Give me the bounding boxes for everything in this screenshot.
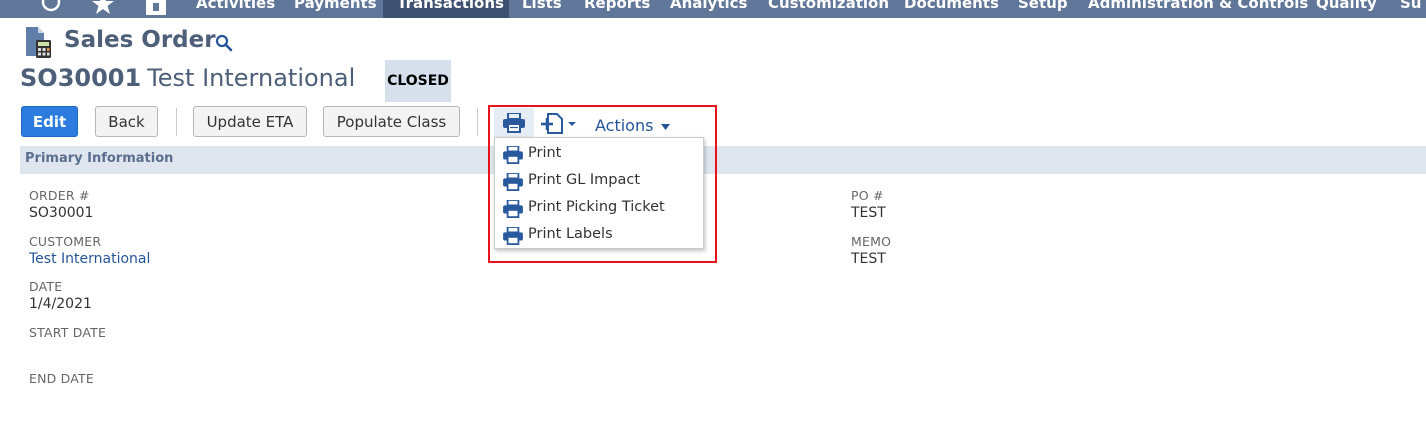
history-icon[interactable]	[40, 0, 62, 15]
nav-item-lists[interactable]: Lists	[522, 0, 562, 18]
menu-item-print-labels[interactable]: Print Labels	[501, 223, 699, 247]
customer-label: CUSTOMER	[29, 234, 102, 249]
home-icon[interactable]	[145, 0, 167, 15]
menu-item-label: Print GL Impact	[528, 172, 641, 188]
nav-item-quality[interactable]: Quality	[1316, 0, 1377, 18]
nav-item-documents[interactable]: Documents	[904, 0, 999, 18]
order-number-value: SO30001	[29, 205, 94, 221]
start-date-label: START DATE	[29, 325, 107, 340]
nav-item-reports[interactable]: Reports	[584, 0, 650, 18]
customer-link[interactable]: Test International	[29, 251, 150, 267]
po-number-value: TEST	[851, 205, 886, 221]
menu-item-label: Print	[528, 145, 562, 161]
menu-item-print-gl-impact[interactable]: Print GL Impact	[501, 169, 699, 193]
printer-icon	[503, 227, 523, 245]
nav-item-analytics[interactable]: Analytics	[670, 0, 747, 18]
star-icon[interactable]	[92, 0, 114, 15]
nav-item-activities[interactable]: Activities	[196, 0, 275, 18]
print-dropdown-menu: Print Print GL Impact Print Picking Tick…	[494, 137, 704, 249]
print-button[interactable]	[494, 108, 534, 138]
page-title-text: Sales Order	[64, 27, 216, 53]
memo-label: MEMO	[851, 234, 892, 249]
top-navigation-bar: Activities Payments Transactions Lists R…	[0, 0, 1426, 18]
nav-item-setup[interactable]: Setup	[1018, 0, 1068, 18]
caret-down-icon	[660, 123, 670, 130]
printer-icon	[503, 113, 525, 133]
record-title: SO30001 Test International	[20, 64, 355, 98]
sales-order-document-icon	[26, 27, 51, 58]
section-title: Primary Information	[25, 151, 174, 166]
new-document-button[interactable]	[540, 112, 580, 136]
toolbar-divider	[477, 108, 478, 136]
order-number-label: ORDER #	[29, 188, 90, 203]
printer-icon	[503, 146, 523, 164]
date-label: DATE	[29, 279, 63, 294]
back-button[interactable]: Back	[95, 106, 158, 137]
search-icon[interactable]	[215, 34, 233, 52]
menu-item-print[interactable]: Print	[501, 142, 699, 166]
memo-value: TEST	[851, 251, 886, 267]
menu-item-label: Print Labels	[528, 226, 613, 242]
printer-icon	[503, 173, 523, 191]
status-badge: CLOSED	[385, 60, 451, 102]
toolbar-divider	[176, 108, 177, 136]
record-number: SO30001	[20, 64, 142, 92]
actions-label: Actions	[595, 116, 654, 135]
menu-item-print-picking-ticket[interactable]: Print Picking Ticket	[501, 196, 699, 220]
printer-icon	[503, 200, 523, 218]
record-name: Test International	[147, 64, 356, 92]
nav-item-transactions[interactable]: Transactions	[383, 0, 509, 18]
add-document-icon	[541, 113, 576, 134]
po-number-label: PO #	[851, 188, 884, 203]
date-value: 1/4/2021	[29, 296, 92, 312]
edit-button[interactable]: Edit	[21, 106, 78, 137]
nav-item-payments[interactable]: Payments	[294, 0, 377, 18]
actions-menu-button[interactable]: Actions	[595, 116, 670, 135]
populate-class-button[interactable]: Populate Class	[323, 106, 460, 137]
primary-information-section-header[interactable]: Primary Information	[20, 146, 1426, 174]
end-date-label: END DATE	[29, 371, 94, 386]
nav-item-administration[interactable]: Administration & Controls	[1088, 0, 1308, 18]
update-eta-button[interactable]: Update ETA	[193, 106, 307, 137]
page-title: Sales Order	[64, 27, 216, 53]
nav-item-overflow[interactable]: Su	[1400, 0, 1421, 18]
nav-item-customization[interactable]: Customization	[768, 0, 889, 18]
menu-item-label: Print Picking Ticket	[528, 199, 665, 215]
